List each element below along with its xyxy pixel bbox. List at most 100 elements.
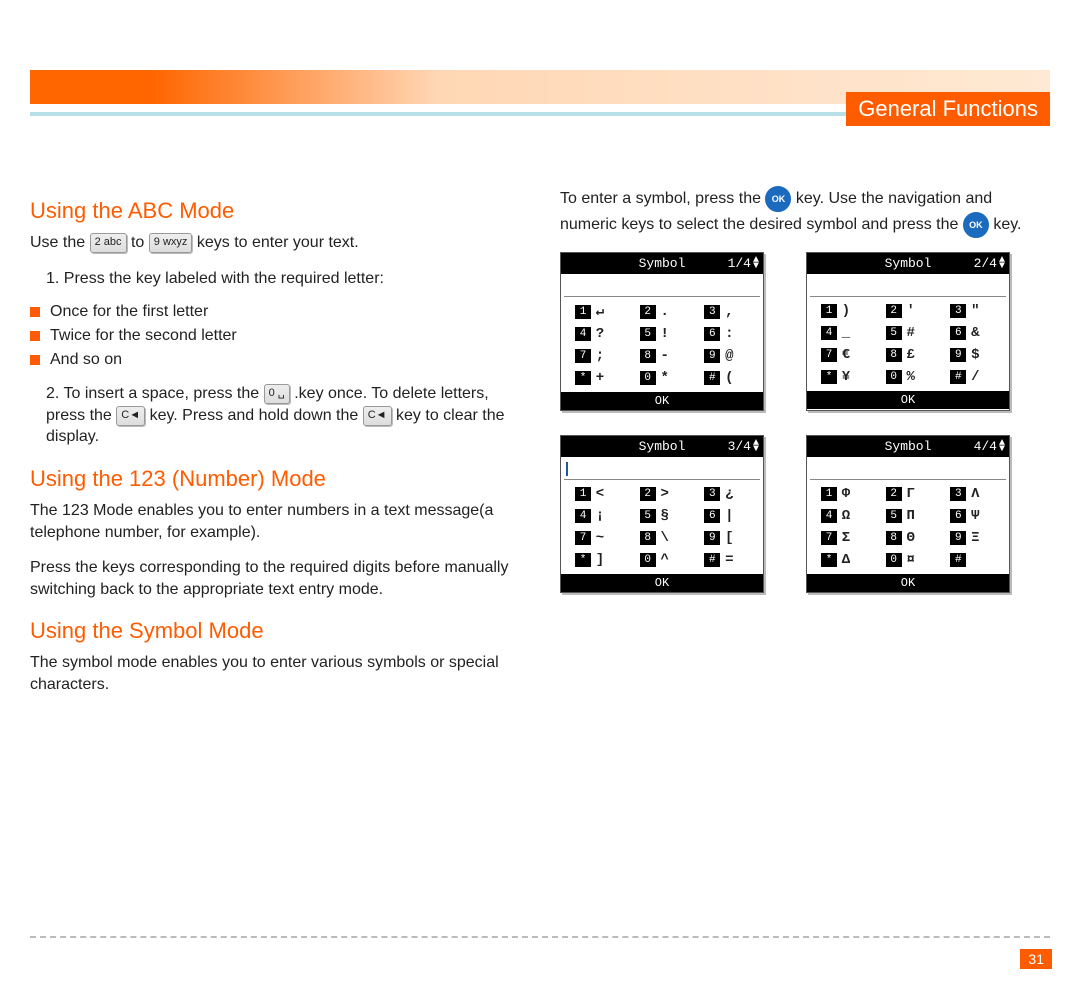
symbol-cell: 3,: [694, 303, 759, 320]
sym-r-a: To enter a symbol, press the: [560, 190, 765, 207]
abc-bullets: Once for the first letter Twice for the …: [30, 303, 520, 369]
symbol-cell: 4?: [565, 326, 630, 342]
symbol-glyph: @: [724, 348, 734, 364]
symbol-glyph: !: [660, 326, 670, 342]
symbol-glyph: +: [595, 370, 605, 386]
symbol-cell: 5Π: [876, 508, 941, 524]
symbol-table-title: Symbol: [639, 439, 686, 454]
key-9wxyz-icon: 9 wxyz: [149, 233, 193, 253]
symbol-cell: 9[: [694, 530, 759, 546]
symbol-table-grid: 1Φ2Γ3Λ4Ω5Π6Ψ7Σ8Θ9Ξ*Δ0¤#: [807, 486, 1009, 574]
symbol-glyph: ;: [595, 348, 605, 364]
symbol-cell: 1↵: [565, 303, 630, 320]
key-label: 2: [640, 305, 656, 319]
chevron-down-icon: ▼: [999, 264, 1005, 270]
symbol-cell: 1<: [565, 486, 630, 502]
key-label: 6: [950, 509, 966, 523]
right-column: To enter a symbol, press the OK key. Use…: [560, 180, 1050, 710]
key-label: 4: [821, 509, 837, 523]
symbol-glyph: Ψ: [970, 508, 980, 524]
symbol-table-page-indicator: 3/4▲▼: [728, 439, 759, 454]
key-label: 4: [575, 327, 591, 341]
symbol-glyph: \: [660, 530, 670, 546]
symbol-glyph: <: [595, 486, 605, 502]
symbol-table-page-indicator: 2/4▲▼: [974, 256, 1005, 271]
key-2abc-icon: 2 abc: [90, 233, 127, 253]
symbol-glyph: *: [660, 370, 670, 386]
abc-step2-a: 2. To insert a space, press the: [46, 385, 264, 402]
symbol-glyph: #: [906, 325, 916, 341]
symbol-cell: 9Ξ: [940, 530, 1005, 546]
symbol-glyph: ¤: [906, 552, 916, 568]
num-mode-p2: Press the keys corresponding to the requ…: [30, 557, 520, 600]
abc-step2-c: key. Press and hold down the: [150, 407, 363, 424]
symbol-cell: 0%: [876, 369, 941, 385]
symbol-cell: #/: [940, 369, 1005, 385]
symbol-cell: *]: [565, 552, 630, 568]
symbol-table-input: [564, 459, 760, 480]
key-label: 0: [640, 553, 656, 567]
symbol-glyph: Π: [906, 508, 916, 524]
symbol-glyph: ¡: [595, 508, 605, 524]
symbol-cell: 9@: [694, 348, 759, 364]
symbol-cell: 0^: [630, 552, 695, 568]
key-label: 7: [575, 349, 591, 363]
symbol-table-grid: 1↵2.3,4?5!6:7;8-9@*+0*#(: [561, 303, 763, 392]
key-label: 1: [575, 487, 591, 501]
key-label: 6: [704, 509, 720, 523]
symbol-table-input: [810, 459, 1006, 480]
symbol-table-title: Symbol: [885, 439, 932, 454]
symbol-glyph: /: [970, 369, 980, 385]
symbol-table-page-indicator: 4/4▲▼: [974, 439, 1005, 454]
sym-r-c: key.: [993, 216, 1021, 233]
symbol-cell: 4_: [811, 325, 876, 341]
key-label: 9: [950, 531, 966, 545]
symbol-table-input: [810, 276, 1006, 297]
symbol-cell: 5!: [630, 326, 695, 342]
key-label: 7: [575, 531, 591, 545]
abc-step-1-label: 1. Press the key labeled with the requir…: [46, 268, 520, 290]
key-0space-icon: 0 ␣: [264, 384, 290, 404]
symbol-cell: 8£: [876, 347, 941, 363]
key-label: 8: [886, 348, 902, 362]
key-label: *: [575, 553, 591, 567]
symbol-glyph: |: [724, 508, 734, 524]
symbol-glyph: ]: [595, 552, 605, 568]
symbol-cell: #(: [694, 370, 759, 386]
key-label: 7: [821, 531, 837, 545]
symbol-table-3: Symbol3/4▲▼1<2>3¿4¡5§6|7~8\9[*]0^#=OK: [560, 435, 764, 593]
symbol-glyph: Ω: [841, 508, 851, 524]
symbol-glyph: ): [841, 303, 851, 319]
num-mode-heading: Using the 123 (Number) Mode: [30, 466, 520, 492]
key-label: #: [950, 370, 966, 384]
symbol-cell: *Δ: [811, 552, 876, 568]
symbol-glyph: £: [906, 347, 916, 363]
abc-bullet-3: And so on: [30, 351, 520, 369]
sym-mode-heading: Using the Symbol Mode: [30, 618, 520, 644]
symbol-glyph: Γ: [906, 486, 916, 502]
manual-page: General Functions Using the ABC Mode Use…: [0, 0, 1080, 1003]
symbol-glyph: Λ: [970, 486, 980, 502]
key-label: 6: [704, 327, 720, 341]
symbol-glyph: =: [724, 552, 734, 568]
symbol-cell: 6|: [694, 508, 759, 524]
symbol-glyph: Σ: [841, 530, 851, 546]
symbol-cell: 3¿: [694, 486, 759, 502]
symbol-cell: 3Λ: [940, 486, 1005, 502]
key-label: 1: [821, 487, 837, 501]
symbol-cell: #=: [694, 552, 759, 568]
symbol-cell: *+: [565, 370, 630, 386]
symbol-table-page-indicator: 1/4▲▼: [728, 256, 759, 271]
symbol-glyph: ↵: [595, 303, 605, 320]
sym-rightcol-text: To enter a symbol, press the OK key. Use…: [560, 186, 1050, 238]
symbol-glyph: (: [724, 370, 734, 386]
key-label: 9: [704, 349, 720, 363]
abc-bullet-2: Twice for the second letter: [30, 327, 520, 345]
key-label: *: [821, 370, 837, 384]
key-label: 1: [821, 304, 837, 318]
abc-step-2: 2. To insert a space, press the 0 ␣ .key…: [30, 383, 520, 448]
key-label: 1: [575, 305, 591, 319]
key-label: 2: [886, 304, 902, 318]
key-label: 4: [575, 509, 591, 523]
symbol-glyph: Φ: [841, 486, 851, 502]
